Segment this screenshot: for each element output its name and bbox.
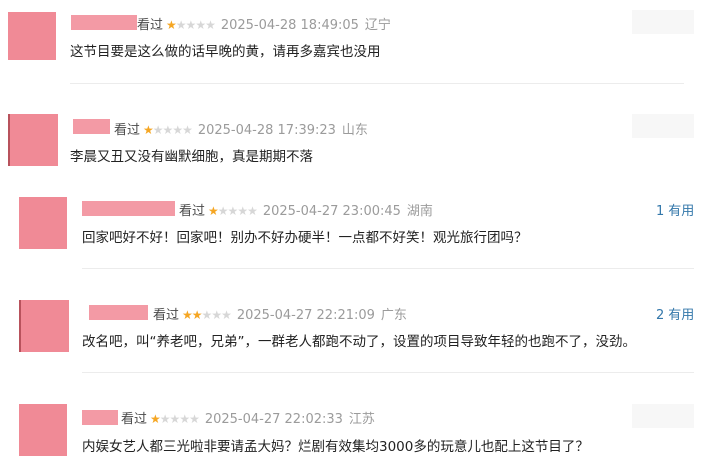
comment-location: 辽宁: [364, 18, 391, 33]
star-filled-icon: ★: [150, 412, 161, 426]
star-empty-icon: ★: [182, 123, 193, 137]
username-redacted[interactable]: [89, 305, 148, 320]
watch-status: 看过: [114, 123, 141, 138]
divider: [70, 83, 684, 84]
comment-meta: 看过 ★★★★★ 2025-04-27 23:00:45 湖南: [179, 200, 433, 219]
divider: [82, 268, 694, 269]
star-empty-icon: ★: [221, 308, 232, 322]
useful-votes[interactable]: 1 有用: [656, 200, 694, 219]
star-filled-icon: ★: [182, 308, 193, 322]
divider: [82, 372, 694, 373]
comment-time: 2025-04-27 22:21:09: [236, 308, 375, 323]
star-empty-icon: ★: [169, 412, 181, 426]
comment-time: 2025-04-28 17:39:23: [197, 123, 336, 138]
comment-time: 2025-04-27 22:02:33: [204, 412, 343, 427]
useful-count: 1: [656, 204, 665, 219]
username-redacted[interactable]: [82, 410, 118, 425]
comment-text: 改名吧，叫“养老吧，兄弟”，一群老人都跑不动了，设置的项目导致年轻的也跑不了，没…: [82, 334, 636, 350]
comment-time: 2025-04-27 23:00:45: [262, 204, 401, 219]
star-empty-icon: ★: [175, 18, 187, 32]
star-empty-icon: ★: [201, 308, 213, 322]
comment-location: 湖南: [406, 204, 433, 219]
comment-text: 内娱女艺人都三光啦非要请孟大妈？烂剧有效集均3000多的玩意儿也配上这节目了？: [82, 439, 589, 455]
comment-location: 山东: [341, 123, 368, 138]
comment-meta: 看过 ★★★★★ 2025-04-27 22:02:33 江苏: [121, 408, 375, 427]
comment-text: 李晨又丑又没有幽默细胞，真是期期不落: [70, 149, 313, 165]
vote-area: [632, 114, 694, 138]
username-redacted[interactable]: [82, 201, 175, 216]
comment-meta: 看过 ★★★★★ 2025-04-28 17:39:23 山东: [114, 119, 368, 138]
comment-location: 江苏: [348, 412, 375, 427]
rating-stars: ★★★★★: [208, 204, 258, 218]
star-empty-icon: ★: [159, 412, 171, 426]
star-empty-icon: ★: [247, 204, 258, 218]
star-empty-icon: ★: [152, 123, 164, 137]
watch-status: 看过: [137, 18, 164, 33]
star-filled-icon: ★: [191, 308, 203, 322]
star-empty-icon: ★: [237, 204, 248, 218]
useful-count: 2: [656, 308, 665, 323]
useful-button[interactable]: 有用: [668, 204, 694, 219]
rating-stars: ★★★★★: [150, 412, 200, 426]
useful-votes[interactable]: 2 有用: [656, 304, 694, 323]
comment-meta: 看过 ★★★★★ 2025-04-28 18:49:05 辽宁: [137, 14, 391, 33]
star-empty-icon: ★: [179, 412, 190, 426]
star-filled-icon: ★: [166, 18, 177, 32]
star-empty-icon: ★: [162, 123, 174, 137]
watch-status: 看过: [121, 412, 148, 427]
comment-text: 这节目要是这么做的话早晚的黄，请再多嘉宾也没用: [70, 44, 381, 60]
watch-status: 看过: [153, 308, 180, 323]
comment-meta: 看过 ★★★★★ 2025-04-27 22:21:09 广东: [153, 304, 407, 323]
star-empty-icon: ★: [172, 123, 183, 137]
avatar[interactable]: [19, 404, 67, 456]
vote-area: [632, 404, 694, 428]
avatar[interactable]: [8, 114, 58, 166]
star-empty-icon: ★: [217, 204, 229, 218]
watch-status: 看过: [179, 204, 206, 219]
comment-text: 回家吧好不好！回家吧！别办不好办硬半！一点都不好笑！观光旅行团吗？: [82, 230, 528, 246]
vote-area: [632, 10, 694, 34]
avatar[interactable]: [19, 197, 67, 249]
star-empty-icon: ★: [205, 18, 216, 32]
avatar[interactable]: [19, 300, 69, 352]
username-redacted[interactable]: [73, 119, 110, 134]
star-empty-icon: ★: [211, 308, 222, 322]
username-redacted[interactable]: [71, 15, 137, 30]
rating-stars: ★★★★★: [182, 308, 232, 322]
useful-button[interactable]: 有用: [668, 308, 694, 323]
star-empty-icon: ★: [227, 204, 239, 218]
comment-time: 2025-04-28 18:49:05: [220, 18, 359, 33]
rating-stars: ★★★★★: [166, 18, 216, 32]
star-empty-icon: ★: [185, 18, 197, 32]
comment-location: 广东: [380, 308, 407, 323]
star-filled-icon: ★: [208, 204, 219, 218]
star-filled-icon: ★: [143, 123, 154, 137]
rating-stars: ★★★★★: [143, 123, 193, 137]
star-empty-icon: ★: [189, 412, 200, 426]
star-empty-icon: ★: [195, 18, 206, 32]
avatar[interactable]: [8, 12, 56, 60]
